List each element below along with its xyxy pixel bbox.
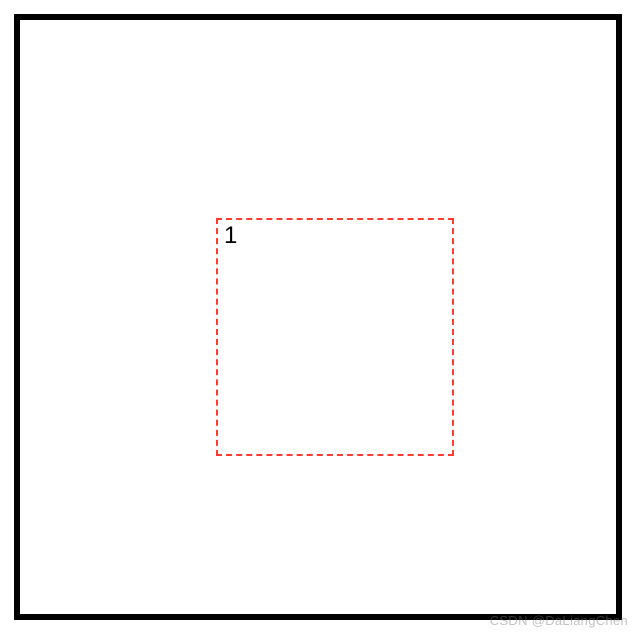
inner-dashed-box: 1 xyxy=(216,218,454,456)
box-label: 1 xyxy=(224,222,237,250)
watermark-text: CSDN @DaLiangChen xyxy=(490,613,628,628)
outer-container-box: 1 xyxy=(14,14,622,620)
